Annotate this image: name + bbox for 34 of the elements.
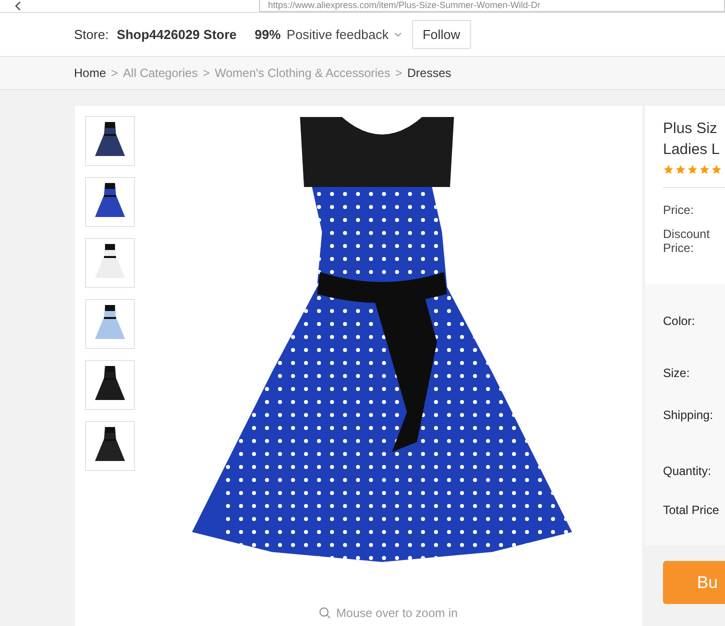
address-bar[interactable]: https://www.aliexpress.com/item/Plus-Size-Summer-Women-Wild-Dr — [259, 0, 725, 12]
option-label: Size: — [663, 366, 691, 380]
dress-thumbnail[interactable] — [85, 360, 135, 410]
dress-thumbnail[interactable] — [85, 177, 135, 227]
discount-price-label: Discount Price: — [663, 227, 711, 255]
store-label: Store: — [74, 27, 109, 42]
breadcrumb-separator: > — [111, 66, 118, 80]
product-title: Plus Siz — [663, 119, 718, 139]
dress-thumbnail[interactable] — [85, 116, 135, 166]
breadcrumb-link[interactable]: Home — [74, 66, 106, 80]
star-icon — [675, 164, 686, 175]
dress-thumbnail[interactable] — [85, 299, 135, 349]
star-icon — [711, 164, 722, 175]
zoom-hint: Mouse over to zoom in — [336, 606, 458, 620]
dress-thumbnail[interactable] — [85, 238, 135, 288]
option-label: Color: — [663, 314, 696, 328]
star-icon — [687, 164, 698, 175]
product-title: Ladies L — [663, 140, 721, 160]
option-label: Quantity: — [663, 464, 712, 478]
feedback-dropdown[interactable]: Positive feedback — [286, 27, 389, 42]
option-label: Total Price — [663, 503, 720, 517]
option-label: Shipping: — [663, 408, 714, 422]
dress-thumbnail[interactable] — [85, 421, 135, 471]
chevron-down-icon — [394, 32, 402, 37]
star-icon — [699, 164, 710, 175]
breadcrumb-link[interactable]: Dresses — [407, 66, 452, 80]
store-name-link[interactable]: Shop4426029 Store — [116, 27, 237, 42]
breadcrumb-separator: > — [202, 66, 210, 80]
feedback-percent: 99% — [254, 27, 281, 42]
follow-button[interactable]: Follow — [412, 20, 472, 49]
price-label: Price: — [663, 203, 695, 217]
breadcrumb-separator: > — [395, 66, 402, 80]
star-icon — [663, 164, 674, 175]
search-icon — [319, 607, 332, 619]
